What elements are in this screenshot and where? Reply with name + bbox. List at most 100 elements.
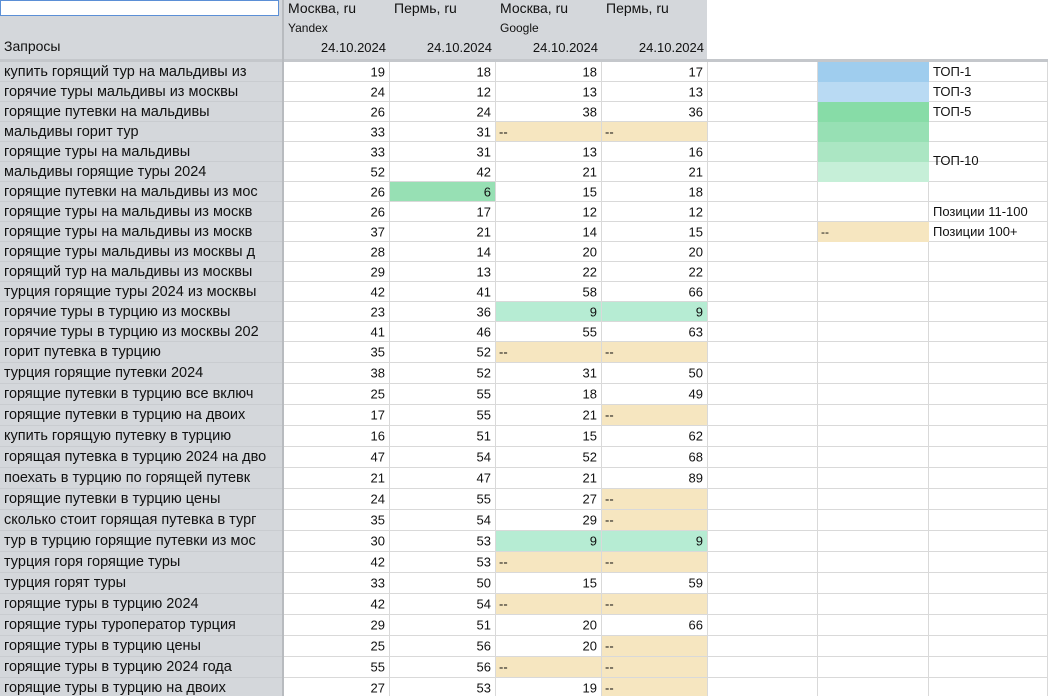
position-cell[interactable]: 16: [602, 142, 708, 162]
query-cell[interactable]: горящие туры в турцию 2024 года: [0, 657, 282, 678]
position-cell[interactable]: 55: [390, 489, 496, 510]
position-cell[interactable]: 9: [602, 531, 708, 552]
empty-cell[interactable]: [708, 678, 818, 696]
position-cell[interactable]: 27: [284, 678, 390, 696]
position-cell[interactable]: 24: [390, 102, 496, 122]
position-cell[interactable]: 24: [284, 82, 390, 102]
query-cell[interactable]: тур в турцию горящие путевки из мос: [0, 531, 282, 552]
empty-cell[interactable]: [929, 182, 1048, 202]
position-cell[interactable]: 14: [496, 222, 602, 242]
query-cell[interactable]: горячие туры в турцию из москвы 202: [0, 322, 282, 342]
position-cell[interactable]: 12: [390, 82, 496, 102]
empty-cell[interactable]: [818, 302, 929, 322]
empty-cell[interactable]: [708, 552, 818, 573]
position-cell[interactable]: 21: [284, 468, 390, 489]
position-cell[interactable]: 89: [602, 468, 708, 489]
query-cell[interactable]: турция горя горящие туры: [0, 552, 282, 573]
header-col-moscow-google[interactable]: Москва, ru Google 24.10.2024: [495, 0, 601, 59]
empty-cell[interactable]: [818, 510, 929, 531]
position-cell[interactable]: 36: [390, 302, 496, 322]
empty-cell[interactable]: [929, 510, 1048, 531]
query-cell[interactable]: горящие путевки на мальдивы из мос: [0, 182, 282, 202]
position-cell[interactable]: 63: [602, 322, 708, 342]
empty-cell[interactable]: [708, 262, 818, 282]
empty-cell[interactable]: [708, 282, 818, 302]
position-cell[interactable]: 20: [496, 242, 602, 262]
empty-cell[interactable]: [818, 202, 929, 222]
query-cell[interactable]: купить горящий тур на мальдивы из: [0, 62, 282, 82]
position-cell[interactable]: 55: [284, 657, 390, 678]
position-cell[interactable]: 13: [390, 262, 496, 282]
empty-cell[interactable]: [929, 282, 1048, 302]
position-cell[interactable]: 12: [602, 202, 708, 222]
position-cell[interactable]: --: [602, 489, 708, 510]
position-cell[interactable]: 6: [390, 182, 496, 202]
empty-cell[interactable]: [929, 405, 1048, 426]
position-cell[interactable]: 30: [284, 531, 390, 552]
empty-cell[interactable]: [708, 162, 818, 182]
position-cell[interactable]: 56: [390, 657, 496, 678]
empty-cell[interactable]: [929, 342, 1048, 363]
empty-cell[interactable]: [708, 202, 818, 222]
position-cell[interactable]: 22: [602, 262, 708, 282]
query-cell[interactable]: горящие туры в турцию на двоих: [0, 678, 282, 696]
query-cell[interactable]: горящие путевки в турцию на двоих: [0, 405, 282, 426]
empty-cell[interactable]: [708, 82, 818, 102]
position-cell[interactable]: 52: [390, 342, 496, 363]
position-cell[interactable]: 12: [496, 202, 602, 222]
empty-cell[interactable]: [818, 678, 929, 696]
empty-cell[interactable]: [708, 573, 818, 594]
position-cell[interactable]: 28: [284, 242, 390, 262]
empty-cell[interactable]: [929, 363, 1048, 384]
empty-cell[interactable]: [929, 242, 1048, 262]
empty-cell[interactable]: [929, 122, 1048, 142]
empty-cell[interactable]: [708, 468, 818, 489]
position-cell[interactable]: 35: [284, 342, 390, 363]
position-cell[interactable]: 9: [602, 302, 708, 322]
position-cell[interactable]: 47: [390, 468, 496, 489]
query-cell[interactable]: горячие туры в турцию из москвы: [0, 302, 282, 322]
query-cell[interactable]: мальдивы горящие туры 2024: [0, 162, 282, 182]
empty-cell[interactable]: [929, 384, 1048, 405]
empty-cell[interactable]: [708, 242, 818, 262]
position-cell[interactable]: 18: [602, 182, 708, 202]
position-cell[interactable]: 26: [284, 102, 390, 122]
position-cell[interactable]: 51: [390, 426, 496, 447]
empty-cell[interactable]: [708, 384, 818, 405]
position-cell[interactable]: 27: [496, 489, 602, 510]
empty-cell[interactable]: [708, 62, 818, 82]
position-cell[interactable]: --: [602, 122, 708, 142]
position-cell[interactable]: 42: [284, 282, 390, 302]
query-cell[interactable]: горящие туры в турцию цены: [0, 636, 282, 657]
empty-cell[interactable]: [708, 102, 818, 122]
header-col-moscow-yandex[interactable]: Москва, ru Yandex 24.10.2024: [283, 0, 389, 59]
position-cell[interactable]: --: [602, 510, 708, 531]
query-cell[interactable]: горящие путевки в турцию цены: [0, 489, 282, 510]
position-cell[interactable]: 9: [496, 302, 602, 322]
header-col-perm-yandex[interactable]: Пермь, ru 24.10.2024: [389, 0, 495, 59]
position-cell[interactable]: 16: [284, 426, 390, 447]
header-col-perm-google[interactable]: Пермь, ru 24.10.2024: [601, 0, 707, 59]
position-cell[interactable]: 21: [602, 162, 708, 182]
empty-cell[interactable]: [818, 322, 929, 342]
query-cell[interactable]: горящие туры на мальдивы из москв: [0, 202, 282, 222]
empty-cell[interactable]: [929, 447, 1048, 468]
position-cell[interactable]: 14: [390, 242, 496, 262]
position-cell[interactable]: 25: [284, 636, 390, 657]
position-cell[interactable]: 19: [496, 678, 602, 696]
position-cell[interactable]: 20: [602, 242, 708, 262]
position-cell[interactable]: 35: [284, 510, 390, 531]
position-cell[interactable]: 46: [390, 322, 496, 342]
position-cell[interactable]: 54: [390, 447, 496, 468]
position-cell[interactable]: 17: [284, 405, 390, 426]
empty-cell[interactable]: [818, 594, 929, 615]
empty-cell[interactable]: [818, 405, 929, 426]
empty-cell[interactable]: [818, 363, 929, 384]
position-cell[interactable]: 53: [390, 531, 496, 552]
empty-cell[interactable]: [929, 657, 1048, 678]
position-cell[interactable]: 59: [602, 573, 708, 594]
position-cell[interactable]: 13: [496, 82, 602, 102]
empty-cell[interactable]: [708, 405, 818, 426]
empty-cell[interactable]: [818, 636, 929, 657]
position-cell[interactable]: 31: [390, 122, 496, 142]
